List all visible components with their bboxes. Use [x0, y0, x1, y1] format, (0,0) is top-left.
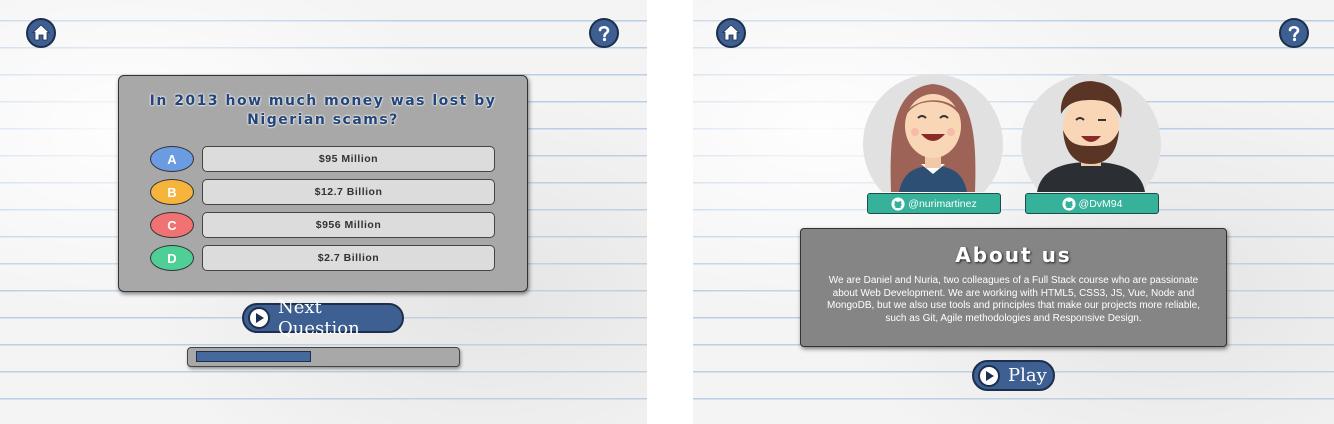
next-question-button[interactable]: Next Question — [242, 297, 404, 339]
play-icon — [978, 364, 1000, 387]
home-icon — [31, 24, 51, 41]
daniel-avatar — [1021, 74, 1161, 192]
option-c-answer[interactable]: $956 Million — [202, 212, 495, 238]
question-text: In 2013 how much money was lost by Niger… — [149, 93, 497, 128]
option-c-badge[interactable]: C — [150, 212, 194, 238]
play-label: Play — [1008, 365, 1047, 386]
option-a-badge[interactable]: A — [150, 146, 194, 172]
about-card: About us We are Daniel and Nuria, two co… — [800, 228, 1227, 347]
progress-bar-fill — [196, 351, 311, 362]
quiz-screen: In 2013 how much money was lost by Niger… — [0, 0, 647, 424]
help-icon — [598, 25, 610, 42]
progress-bar — [187, 347, 460, 367]
github-tag-daniel[interactable]: @DvM94 — [1025, 193, 1159, 214]
option-b-badge[interactable]: B — [150, 179, 194, 205]
help-button[interactable] — [1279, 18, 1309, 48]
github-handle: @DvM94 — [1078, 197, 1123, 210]
github-icon — [1061, 196, 1076, 211]
github-tag-nuria[interactable]: @nurimartinez — [867, 193, 1001, 214]
nuria-avatar — [863, 74, 1003, 192]
option-d-answer[interactable]: $2.7 Billion — [202, 245, 495, 271]
github-handle: @nurimartinez — [908, 197, 977, 210]
option-a-answer[interactable]: $95 Million — [202, 146, 495, 172]
help-icon — [1288, 25, 1300, 42]
home-icon — [721, 24, 741, 41]
home-button[interactable] — [26, 18, 56, 48]
help-button[interactable] — [589, 18, 619, 48]
question-card: In 2013 how much money was lost by Niger… — [118, 75, 528, 292]
about-screen: @nurimartinez @DvM94 About us We are Dan… — [693, 0, 1334, 424]
option-d-badge[interactable]: D — [150, 245, 194, 271]
option-b-answer[interactable]: $12.7 Billion — [202, 179, 495, 205]
github-icon — [891, 196, 905, 211]
about-description: We are Daniel and Nuria, two colleagues … — [827, 275, 1200, 324]
home-button[interactable] — [716, 18, 746, 48]
about-title: About us — [955, 243, 1072, 267]
play-button[interactable]: Play — [972, 360, 1055, 391]
next-question-label: Next Question — [278, 297, 360, 339]
play-icon — [248, 307, 270, 329]
